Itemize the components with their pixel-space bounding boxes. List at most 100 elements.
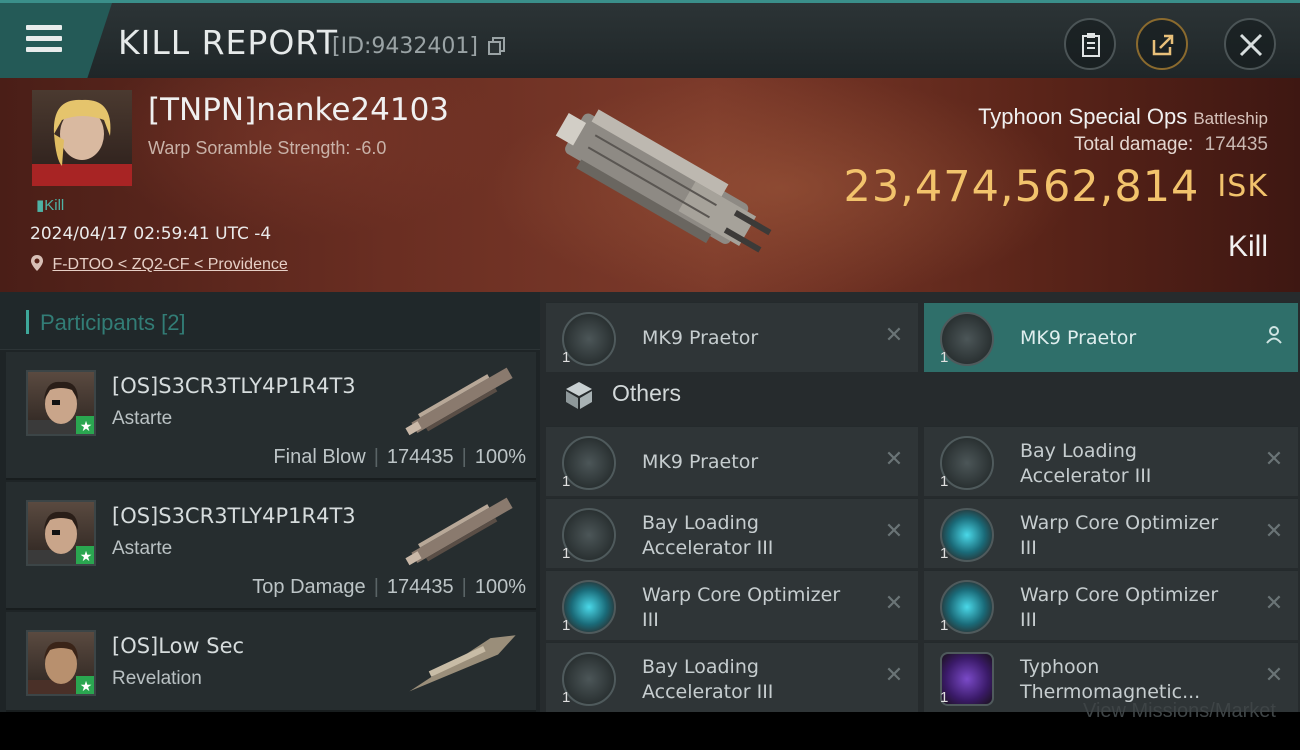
participant-name[interactable]: [OS]S3CR3TLY4P1R4T3 (112, 374, 356, 398)
item-quantity: 1 (562, 545, 571, 562)
item-name: Bay Loading Accelerator III (642, 655, 862, 705)
isk-unit: ISK (1217, 169, 1268, 204)
avatar[interactable]: ★ (26, 630, 96, 696)
total-damage-label: Total damage: (1073, 134, 1194, 155)
item-name-line1: Bay Loading (642, 512, 759, 534)
victim-portrait[interactable] (32, 90, 132, 186)
participant-name[interactable]: [OS]S3CR3TLY4P1R4T3 (112, 504, 356, 528)
victim-name[interactable]: [TNPN]nanke24103 (148, 92, 449, 128)
clipboard-button[interactable] (1064, 18, 1116, 70)
star-badge-icon: ★ (76, 546, 94, 564)
participants-panel[interactable]: Participants [2] ★ [OS]S3CR3TLY4P1R4T3 A… (0, 292, 540, 712)
avatar[interactable]: ★ (26, 500, 96, 566)
participant-ship: Revelation (112, 668, 202, 689)
participant-ship: Astarte (112, 408, 173, 429)
participant-role: Top Damage (252, 576, 366, 598)
participant-name[interactable]: [OS]Low Sec (112, 634, 244, 658)
participant-ship-image[interactable] (398, 492, 528, 572)
item-name-line2: Accelerator III (642, 681, 774, 703)
close-button[interactable] (1224, 18, 1276, 70)
background-ghost-text: View Missions/Market (1082, 700, 1276, 722)
kill-tag: ▮Kill (36, 197, 65, 214)
participant-percent: 100% (474, 446, 526, 468)
ship-class: Battleship (1193, 109, 1268, 128)
item-quantity: 1 (940, 689, 949, 706)
person-icon (1266, 326, 1282, 344)
participant-stats: Final Blow | 174435 | 100% (273, 446, 526, 468)
item-name: Bay Loading Accelerator III (642, 511, 862, 561)
victim-ship-image[interactable] (540, 98, 780, 268)
kill-id: [ID:9432401] (332, 34, 478, 59)
title-bar: KILL REPORT [ID:9432401] (0, 0, 1300, 78)
destroyed-x-icon: ✕ (1264, 518, 1284, 543)
warp-scramble-strength: Warp Soramble Strength: -6.0 (148, 138, 387, 158)
victim-banner: [TNPN]nanke24103 Warp Soramble Strength:… (0, 78, 1300, 292)
participant-stats: Top Damage | 174435 | 100% (252, 576, 526, 598)
share-button[interactable] (1136, 18, 1188, 70)
item-name-line2: Accelerator III (1020, 465, 1152, 487)
close-icon (1239, 33, 1263, 57)
destroyed-x-icon: ✕ (884, 446, 904, 471)
destroyed-x-icon: ✕ (884, 322, 904, 347)
destroyed-x-icon: ✕ (884, 590, 904, 615)
isk-value: 23,474,562,814 ISK (843, 162, 1268, 212)
item-row[interactable]: 1 Bay Loading Accelerator III ✕ (546, 642, 918, 712)
item-quantity: 1 (562, 473, 571, 490)
participant-row[interactable]: ★ [OS]S3CR3TLY4P1R4T3 Astarte Final Blow… (6, 352, 536, 480)
kill-type-label: Kill (1227, 230, 1268, 263)
location-text[interactable]: F-DTOO < ZQ2-CF < Providence (52, 256, 287, 273)
item-quantity: 1 (562, 689, 571, 706)
item-name: Typhoon Thermomagnetic... (1020, 655, 1240, 705)
items-panel[interactable]: 1 MK9 Praetor ✕ 1 MK9 Praetor Others 1 M… (540, 292, 1300, 712)
item-name-line1: Warp Core Optimizer (642, 584, 841, 606)
copy-icon[interactable] (488, 37, 506, 55)
destroyed-x-icon: ✕ (1264, 446, 1284, 471)
destroyed-x-icon: ✕ (884, 662, 904, 687)
participant-row[interactable]: ★ [OS]Low Sec Revelation (6, 612, 536, 712)
item-name-line1: Warp Core Optimizer (1020, 584, 1219, 606)
participant-row[interactable]: ★ [OS]S3CR3TLY4P1R4T3 Astarte Top Damage… (6, 482, 536, 610)
ship-name[interactable]: Typhoon Special Ops (978, 104, 1187, 129)
item-quantity: 1 (940, 617, 949, 634)
others-title: Others (612, 380, 682, 406)
total-damage: Total damage: 174435 (1074, 134, 1268, 156)
item-quantity: 1 (562, 617, 571, 634)
item-name: Warp Core Optimizer III (1020, 511, 1240, 561)
participant-ship-image[interactable] (398, 362, 528, 442)
location-pin-icon (31, 255, 43, 271)
item-name-line2: III (1020, 609, 1037, 631)
item-row[interactable]: 1 Warp Core Optimizer III ✕ (924, 570, 1298, 640)
victim-ship-title: Typhoon Special Ops Battleship (978, 104, 1268, 130)
item-quantity: 1 (940, 545, 949, 562)
hamburger-menu-icon[interactable] (26, 25, 62, 53)
item-name: MK9 Praetor (642, 327, 759, 349)
participants-header: Participants [2] (0, 292, 540, 350)
others-section-header: Others (540, 362, 1300, 424)
destroyed-x-icon: ✕ (1264, 590, 1284, 615)
cube-icon (566, 382, 592, 409)
item-name-line2: III (1020, 537, 1037, 559)
participants-count: [2] (161, 310, 186, 335)
item-row[interactable]: 1 Bay Loading Accelerator III ✕ (546, 498, 918, 568)
item-row[interactable]: 1 Bay Loading Accelerator III ✕ (924, 426, 1298, 496)
item-name-line1: Warp Core Optimizer (1020, 512, 1219, 534)
star-badge-icon: ★ (76, 676, 94, 694)
participants-title-text: Participants (40, 310, 155, 335)
share-icon (1152, 34, 1174, 56)
item-name: MK9 Praetor (642, 451, 759, 473)
destroyed-x-icon: ✕ (884, 518, 904, 543)
item-name: Bay Loading Accelerator III (1020, 439, 1240, 489)
item-name-line1: Bay Loading (642, 656, 759, 678)
item-row[interactable]: 1 Warp Core Optimizer III ✕ (924, 498, 1298, 568)
item-quantity: 1 (940, 473, 949, 490)
item-name-line2: Accelerator III (642, 537, 774, 559)
participant-percent: 100% (474, 576, 526, 598)
page-title: KILL REPORT (118, 23, 338, 62)
item-row[interactable]: 1 MK9 Praetor ✕ (546, 426, 918, 496)
participant-ship-image[interactable] (398, 622, 528, 702)
destroyed-x-icon: ✕ (1264, 662, 1284, 687)
item-row[interactable]: 1 Warp Core Optimizer III ✕ (546, 570, 918, 640)
location-link[interactable]: F-DTOO < ZQ2-CF < Providence (30, 254, 288, 274)
item-name-line1: Typhoon (1020, 656, 1100, 678)
avatar[interactable]: ★ (26, 370, 96, 436)
